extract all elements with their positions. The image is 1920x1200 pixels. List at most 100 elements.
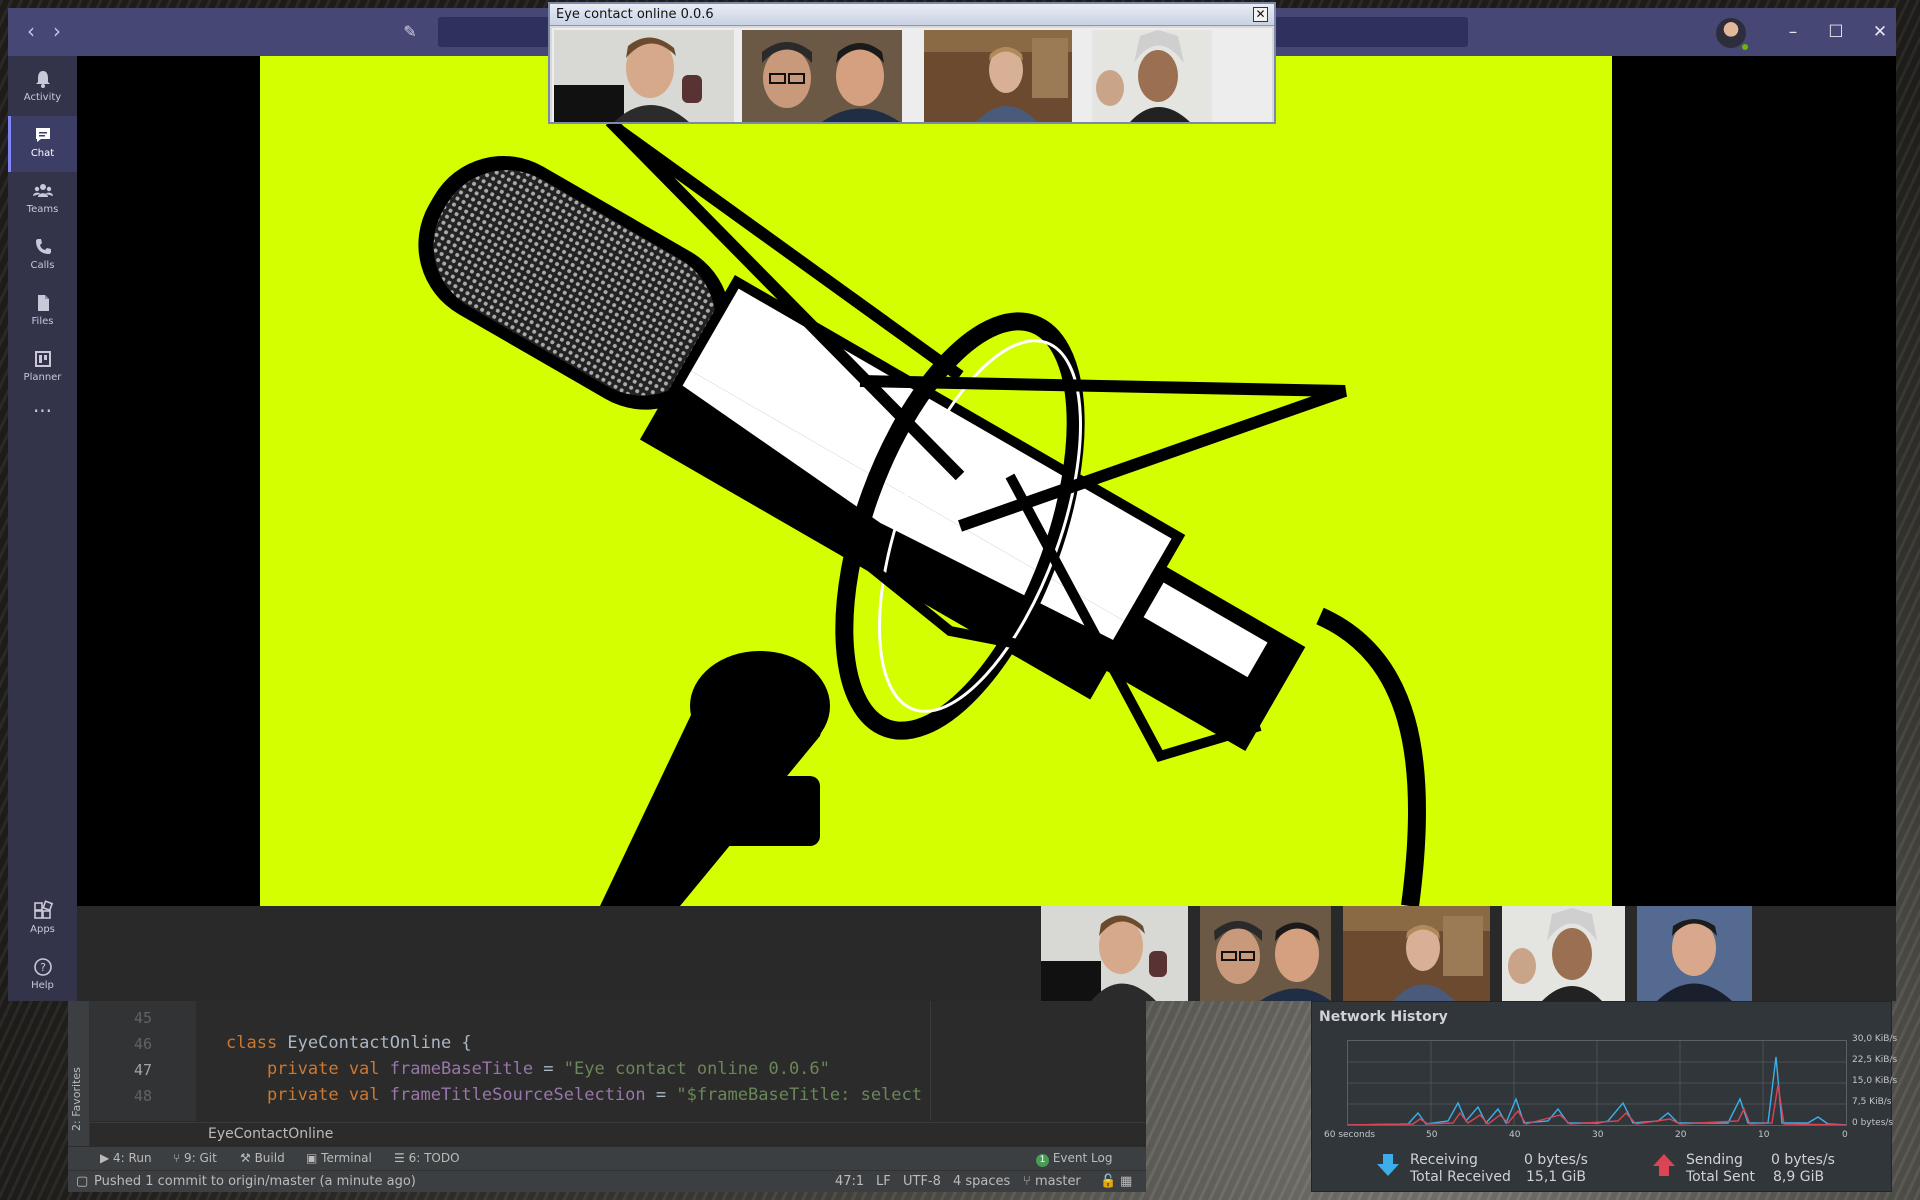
forward-icon[interactable]: › [46,20,68,42]
line-number: 46 [133,1035,152,1053]
sending-label: Sending [1686,1152,1743,1168]
trash-icon[interactable]: ▦ [1120,1174,1132,1189]
maximize-icon[interactable]: ☐ [1824,20,1848,44]
rail-label: Planner [23,372,62,383]
y-tick: 22,5 KiB/s [1852,1055,1898,1065]
eye-contact-titlebar[interactable]: Eye contact online 0.0.6 ✕ [550,4,1274,26]
rail-item-activity[interactable]: Activity [8,60,77,116]
participant-video[interactable] [1200,906,1331,1001]
chat-icon [32,124,54,146]
rail-item-planner[interactable]: Planner [8,340,77,396]
teams-icon [32,180,54,202]
code-line: private val frameBaseTitle = "Eye contac… [226,1059,830,1079]
total-received-label: Total Received [1410,1169,1511,1185]
participant-preview [1092,30,1212,122]
back-icon[interactable]: ‹ [20,20,42,42]
event-log-tab[interactable]: 1 Event Log [1036,1151,1112,1167]
build-tab[interactable]: ⚒ Build [240,1151,285,1165]
line-number: 47 [133,1061,152,1079]
rail-label: Files [31,316,54,327]
participant-video[interactable] [1041,906,1188,1001]
status-bar: ▢ Pushed 1 commit to origin/master (a mi… [68,1170,1146,1192]
rail-item-files[interactable]: Files [8,284,77,340]
favorites-tab[interactable]: 2: Favorites [70,1067,83,1131]
rail-label: Activity [23,92,62,103]
terminal-tab[interactable]: ▣ Terminal [306,1151,372,1165]
x-tick: 20 [1675,1130,1687,1140]
y-tick: 15,0 KiB/s [1852,1076,1898,1086]
caret-position[interactable]: 47:1 [835,1174,864,1189]
tool-window-bar: ▶ 4: Run ⑂ 9: Git ⚒ Build ▣ Terminal ☰ 6… [68,1146,1146,1170]
network-plot [1347,1040,1847,1126]
total-received: 15,1 GiB [1526,1169,1586,1185]
total-sent-label: Total Sent [1686,1169,1756,1185]
line-number: 45 [133,1009,152,1027]
x-tick: 0 [1842,1130,1848,1140]
y-tick: 30,0 KiB/s [1852,1034,1898,1044]
git-tab[interactable]: ⑂ 9: Git [173,1151,217,1165]
participant-video[interactable] [1343,906,1490,1001]
x-tick: 30 [1592,1130,1604,1140]
rail-item-help[interactable]: ? Help [8,948,77,1004]
phone-icon [32,236,54,258]
total-sent: 8,9 GiB [1773,1169,1825,1185]
compose-icon[interactable]: ✎ [400,22,420,42]
x-tick: 40 [1509,1130,1521,1140]
favorites-strip[interactable]: 2: Favorites [68,1001,90,1157]
network-graph [1347,1041,1847,1126]
git-branch[interactable]: ⑂ master [1023,1174,1081,1189]
run-tab[interactable]: ▶ 4: Run [100,1151,152,1165]
rail-item-apps[interactable]: Apps [8,892,77,948]
participant-video[interactable] [1637,906,1752,1001]
ide-window: 2: Favorites 45 46 47 48 class EyeContac… [68,1001,1146,1192]
minimize-icon[interactable]: – [1781,20,1805,44]
bell-icon [32,68,54,90]
network-history-widget: Network History 30,0 KiB/s 22,5 KiB/s 15… [1311,1001,1897,1192]
x-tick: 10 [1758,1130,1770,1140]
y-tick: 0 bytes/s [1852,1118,1894,1128]
rail-label: Teams [26,204,59,215]
close-icon[interactable]: ✕ [1253,7,1268,22]
participant-preview [924,30,1072,122]
upload-arrow-icon [1651,1152,1677,1182]
microphone-image [418,116,1427,906]
receiving-label: Receiving [1410,1152,1478,1168]
rail-label: Chat [30,148,55,159]
eye-contact-window: Eye contact online 0.0.6 ✕ [548,2,1276,124]
editor-right-pane [930,1001,1146,1121]
breadcrumb[interactable]: EyeContactOnline [90,1122,1146,1146]
rail-label: Calls [30,260,55,271]
square-icon[interactable]: ▢ [76,1174,88,1189]
code-editor[interactable]: class EyeContactOnline { private val fra… [196,1001,1000,1121]
breadcrumb-class[interactable]: EyeContactOnline [208,1126,333,1142]
shared-screen [260,56,1612,906]
file-encoding[interactable]: UTF-8 [903,1174,941,1189]
download-arrow-icon [1375,1152,1401,1182]
help-icon: ? [32,956,54,978]
teams-window: ‹ › ✎ – ☐ ✕ Activity Chat Teams Calls Fi… [8,8,1896,1001]
rail-item-calls[interactable]: Calls [8,228,77,284]
receiving-rate: 0 bytes/s [1524,1152,1588,1168]
rail-item-teams[interactable]: Teams [8,172,77,228]
participant-strip [77,906,1896,1001]
eye-contact-previews [552,28,1272,122]
lock-icon[interactable]: 🔓 [1100,1174,1116,1189]
todo-tab[interactable]: ☰ 6: TODO [394,1151,460,1165]
y-tick: 7,5 KiB/s [1852,1097,1892,1107]
rail-label: Apps [30,924,55,935]
line-separator[interactable]: LF [876,1174,891,1189]
participant-video[interactable] [1502,906,1625,1001]
line-number-gutter: 45 46 47 48 [90,1001,196,1121]
indent-setting[interactable]: 4 spaces [953,1174,1010,1189]
planner-icon [32,348,54,370]
rail-label: Help [31,980,54,991]
more-icon: ··· [32,399,53,423]
participant-preview [554,30,734,122]
sending-rate: 0 bytes/s [1771,1152,1835,1168]
close-icon[interactable]: ✕ [1868,20,1892,44]
code-line: private val frameTitleSourceSelection = … [226,1085,922,1105]
rail-item-chat[interactable]: Chat [8,116,77,172]
rail-item-more[interactable]: ··· [8,396,77,452]
apps-icon [32,900,54,922]
status-message[interactable]: Pushed 1 commit to origin/master (a minu… [94,1174,416,1189]
